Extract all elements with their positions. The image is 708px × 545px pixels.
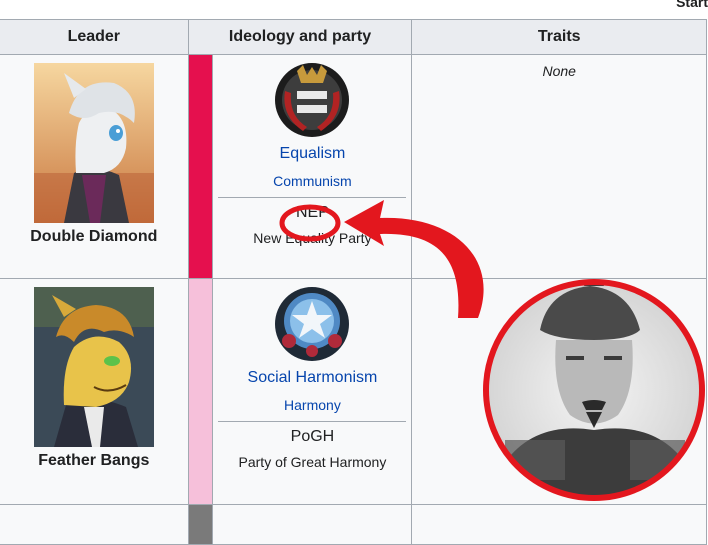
equality-emblem-icon — [275, 63, 350, 137]
star-emblem-icon — [275, 287, 350, 361]
ideology-group-link[interactable]: Harmony — [213, 397, 411, 413]
ideology-color-bar — [187, 54, 214, 279]
leaders-table: Leader Ideology and party Traits Double … — [0, 19, 707, 545]
ideology-cell: Social Harmonism Harmony PoGH Party of G… — [212, 278, 413, 505]
party-name: New Equality Party — [253, 230, 372, 246]
leader-name[interactable]: Double Diamond — [0, 228, 188, 246]
ideology-group-link[interactable]: Communism — [213, 173, 411, 189]
ideology-color-bar — [187, 504, 214, 545]
table-row: Double Diamond Equalism Communism NEP Ne… — [0, 54, 707, 279]
traits-cell — [411, 504, 707, 545]
table-row: Feather Bangs Social Harmonism Harmony P… — [0, 278, 707, 505]
column-header-traits: Traits — [411, 19, 707, 55]
table-header-row: Leader Ideology and party Traits — [0, 19, 707, 55]
ideology-cell: Equalism Communism NEP New Equality Part… — [212, 54, 413, 279]
table-start-header: Start — [676, 0, 708, 10]
traits-cell: None — [411, 54, 707, 279]
party-abbreviation: PoGH — [290, 428, 335, 445]
leader-portrait-feather-bangs[interactable] — [33, 287, 154, 447]
leader-cell: Feather Bangs — [0, 278, 189, 505]
traits-cell — [411, 278, 707, 505]
leader-portrait-double-diamond[interactable] — [33, 63, 154, 223]
party-divider — [218, 197, 407, 198]
leader-cell: Double Diamond — [0, 54, 189, 279]
ideology-color-bar — [187, 278, 214, 505]
party-name: Party of Great Harmony — [238, 454, 387, 470]
leader-cell — [0, 504, 189, 545]
table-row — [0, 504, 707, 545]
ideology-link[interactable]: Social Harmonism — [213, 369, 411, 387]
column-header-ideology: Ideology and party — [187, 19, 413, 55]
column-header-leader: Leader — [0, 19, 189, 55]
party-divider — [218, 421, 407, 422]
leader-name[interactable]: Feather Bangs — [0, 452, 188, 470]
ideology-link[interactable]: Equalism — [213, 145, 411, 163]
ideology-cell — [212, 504, 413, 545]
party-abbreviation: NEP — [295, 204, 329, 221]
